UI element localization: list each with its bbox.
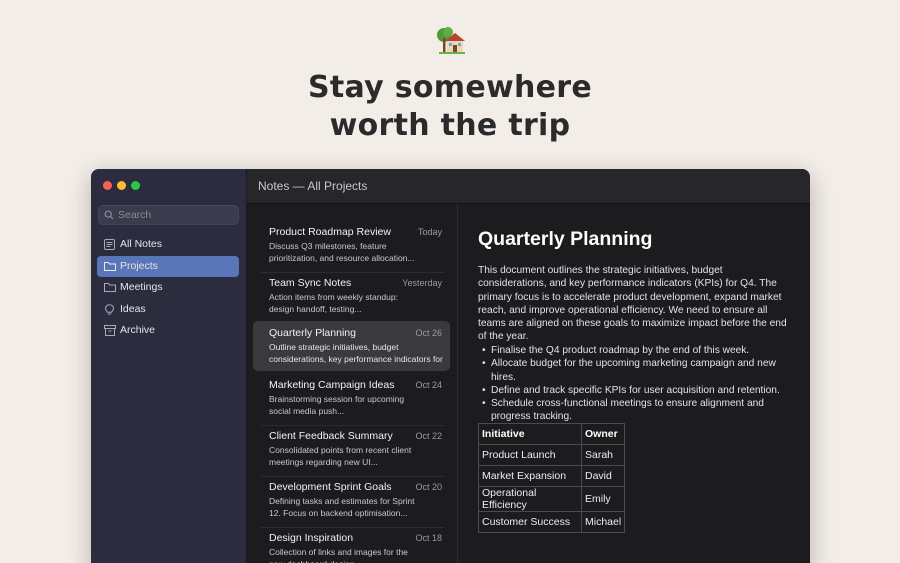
search-icon (104, 210, 114, 220)
table-cell: Market Expansion (478, 465, 582, 487)
zoom-window-button[interactable] (131, 181, 140, 190)
table-cell: David (580, 465, 626, 487)
hero-headline-line-1: Stay somewhere (307, 70, 593, 105)
sidebar-item-archive[interactable]: Archive (97, 320, 239, 341)
lightbulb-icon (104, 303, 115, 314)
notes-icon (104, 239, 115, 250)
search-placeholder: Search (118, 209, 152, 221)
table-cell: Emily (580, 486, 626, 512)
sidebar-item-label: Projects (120, 259, 158, 272)
note-date: Oct 18 (415, 533, 442, 543)
sidebar-item-label: Archive (120, 324, 156, 336)
note-title: Client Feedback Summary (269, 430, 393, 442)
table-cell: Sarah (580, 444, 626, 466)
hero-headline-line-2: worth the trip (329, 108, 571, 143)
note-date: Oct 22 (415, 431, 442, 441)
table-row: Customer Success Michael (478, 511, 626, 533)
house-with-tree-icon (437, 27, 465, 54)
note-excerpt: Collection of links and images for the n… (269, 547, 408, 563)
sidebar-item-ideas[interactable]: Ideas (97, 299, 239, 320)
note-title: Marketing Campaign Ideas (269, 379, 395, 391)
note-title: Quarterly Planning (269, 327, 356, 339)
document-title: Quarterly Planning (478, 228, 653, 250)
archive-icon (104, 325, 116, 336)
title-bar: Notes — All Projects (247, 169, 810, 204)
minimize-window-button[interactable] (117, 181, 126, 190)
sidebar-item-label: Ideas (120, 302, 146, 315)
note-list-item[interactable]: Team Sync Notes Yesterday Action items f… (253, 271, 450, 321)
table-cell: Operational Efficiency (478, 486, 582, 512)
note-date: Oct 20 (415, 482, 442, 492)
note-list-item[interactable]: Development Sprint Goals Oct 20 Defining… (253, 475, 450, 525)
note-title: Team Sync Notes (269, 277, 352, 289)
table-row: Product Launch Sarah (478, 444, 626, 466)
note-excerpt: Brainstorming session for upcoming socia… (269, 394, 405, 416)
note-list-item[interactable]: Product Roadmap Review Today Discuss Q3 … (253, 220, 450, 270)
bullet-item: Allocate budget for the upcoming marketi… (482, 357, 792, 384)
sidebar-item-all-notes[interactable]: All Notes (97, 234, 239, 255)
table-cell: Michael (580, 511, 626, 533)
note-list-item[interactable]: Client Feedback Summary Oct 22 Consolida… (253, 424, 450, 474)
table-cell: Product Launch (478, 444, 582, 466)
search-input[interactable]: Search (98, 205, 239, 225)
note-date: Oct 24 (415, 380, 442, 390)
table-row: Market Expansion David (478, 465, 626, 487)
note-list-item-selected[interactable]: Quarterly Planning Oct 26 Outline strate… (253, 321, 450, 371)
note-list-item[interactable]: Design Inspiration Oct 18 Collection of … (253, 526, 450, 563)
bullet-item: Finalise the Q4 product roadmap by the e… (482, 344, 792, 358)
note-title: Product Roadmap Review (269, 226, 391, 238)
sidebar-item-label: Meetings (120, 281, 163, 293)
table-header-row: Initiative Owner (478, 423, 626, 445)
sidebar-item-projects[interactable]: Projects (97, 255, 239, 277)
document-table: Initiative Owner Product Launch Sarah Ma… (478, 423, 626, 533)
note-excerpt: Outline strategic initiatives, budget co… (269, 342, 443, 364)
close-window-button[interactable] (103, 181, 112, 190)
window-controls (103, 181, 140, 190)
sidebar: Search All Notes Projects Meetings Ideas… (91, 169, 247, 563)
table-row: Operational Efficiency Emily (478, 486, 626, 512)
note-title: Development Sprint Goals (269, 481, 392, 493)
table-cell: Customer Success (478, 511, 582, 533)
table-header-cell: Owner (580, 423, 626, 445)
window-title: Notes — All Projects (258, 179, 368, 193)
note-title: Design Inspiration (269, 532, 354, 544)
bullet-item: Define and track specific KPIs for user … (482, 384, 792, 398)
sidebar-item-meetings[interactable]: Meetings (97, 277, 239, 298)
bullet-item: Schedule cross-functional meetings to en… (482, 397, 792, 424)
document-paragraph: This document outlines the strategic ini… (478, 265, 787, 343)
folder-icon (104, 261, 116, 271)
note-list-item[interactable]: Marketing Campaign Ideas Oct 24 Brainsto… (253, 373, 450, 423)
sidebar-nav: All Notes Projects Meetings Ideas Archiv… (97, 234, 239, 342)
note-editor[interactable]: Quarterly Planning This document outline… (458, 204, 810, 563)
note-excerpt: Defining tasks and estimates for Sprint … (269, 496, 415, 518)
note-excerpt: Discuss Q3 milestones, feature prioritiz… (269, 241, 415, 263)
note-excerpt: Action items from weekly standup: design… (269, 292, 398, 314)
folder-icon (104, 283, 116, 292)
table-header-cell: Initiative (478, 423, 582, 445)
note-date: Today (417, 227, 442, 237)
note-excerpt: Consolidated points from recent client m… (269, 445, 412, 467)
sidebar-item-label: All Notes (120, 238, 163, 250)
note-date: Oct 26 (415, 328, 442, 338)
notes-app-window: Search All Notes Projects Meetings Ideas… (91, 169, 810, 563)
note-date: Yesterday (402, 278, 442, 288)
document-bullet-list: Finalise the Q4 product roadmap by the e… (482, 344, 792, 424)
note-list: Product Roadmap Review Today Discuss Q3 … (247, 204, 458, 563)
